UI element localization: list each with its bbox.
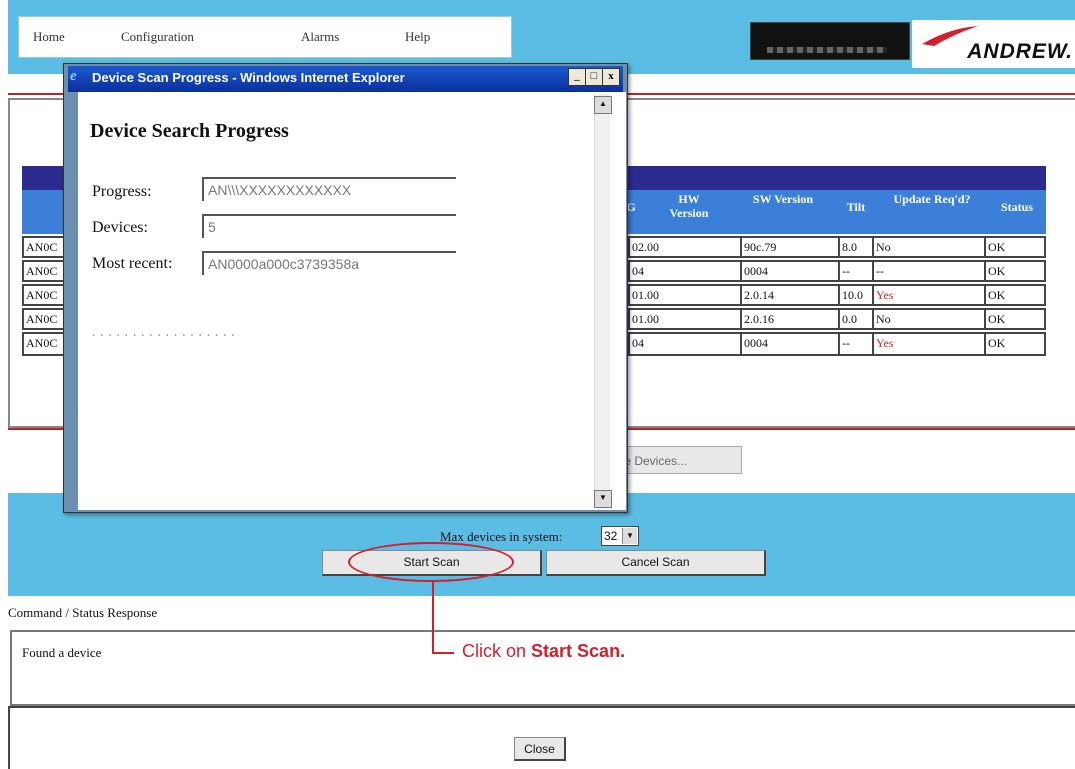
hw-version-cell: 01.00 (628, 284, 740, 306)
hw-version-cell: 04 (628, 332, 740, 356)
scroll-down-icon[interactable]: ▼ (594, 490, 612, 508)
popup-content (78, 92, 590, 510)
main-menu: Home Configuration Alarms Help (18, 16, 512, 58)
window-titlebar[interactable]: Device Scan Progress - Windows Internet … (68, 66, 623, 92)
tilt-cell: -- (838, 332, 872, 356)
window-title: Device Scan Progress - Windows Internet … (92, 70, 405, 85)
callout-line (432, 582, 434, 654)
column-header-tilt: Tilt (846, 200, 866, 214)
progress-dots: .................. (90, 326, 238, 340)
menu-home[interactable]: Home (33, 29, 65, 45)
callout-annotation: Click on Start Scan. (462, 641, 625, 662)
column-header-sw-version: SW Version (752, 192, 814, 206)
tilt-cell: 10.0 (838, 284, 872, 306)
andrew-logo: ANDREW. (912, 20, 1075, 68)
progress-field: AN\\\XXXXXXXXXXXX (202, 177, 456, 201)
update-cell: No (872, 308, 984, 330)
start-scan-highlight (348, 542, 514, 582)
callout-line (432, 652, 454, 654)
scroll-up-icon[interactable]: ▲ (594, 96, 612, 114)
sw-version-cell: 90c.79 (740, 236, 838, 258)
ie-icon: e (70, 68, 77, 84)
device-product-image (750, 22, 910, 60)
hw-version-cell: 01.00 (628, 308, 740, 330)
andrew-logo-text: ANDREW. (967, 40, 1073, 63)
sw-version-cell: 0004 (740, 260, 838, 282)
menu-configuration[interactable]: Configuration (121, 29, 194, 45)
most-recent-label: Most recent: (92, 255, 173, 272)
status-response-text: Found a device (22, 645, 102, 660)
devices-field: 5 (202, 214, 456, 238)
sw-version-cell: 2.0.16 (740, 308, 838, 330)
callout-bold: Start Scan. (531, 641, 626, 661)
max-devices-select[interactable]: 32 ▼ (601, 526, 639, 546)
column-header-status: Status (1000, 200, 1033, 214)
minimize-button[interactable]: _ (568, 68, 586, 86)
update-cell: -- (872, 260, 984, 282)
status-cell: OK (984, 308, 1046, 330)
cancel-scan-button[interactable]: Cancel Scan (546, 550, 766, 576)
command-status-label: Command / Status Response (8, 605, 158, 620)
close-window-button[interactable]: x (602, 68, 620, 86)
hw-version-cell: 04 (628, 260, 740, 282)
column-header-hw-version: HW Version (669, 192, 709, 220)
menu-alarms[interactable]: Alarms (301, 29, 339, 45)
divider (8, 706, 1075, 708)
update-cell: Yes (872, 332, 984, 356)
close-button[interactable]: Close (514, 737, 566, 761)
callout-prefix: Click on (462, 641, 532, 661)
update-devices-button[interactable]: te Devices... (612, 446, 742, 474)
status-cell: OK (984, 236, 1046, 258)
most-recent-field: AN0000a000c3739358a (202, 251, 456, 275)
popup-heading: Device Search Progress (90, 120, 289, 142)
tilt-cell: 0.0 (838, 308, 872, 330)
status-cell: OK (984, 260, 1046, 282)
progress-label: Progress: (92, 183, 152, 200)
update-cell: Yes (872, 284, 984, 306)
devices-label: Devices: (92, 219, 148, 236)
tilt-cell: -- (838, 260, 872, 282)
device-scan-progress-window: Device Scan Progress - Windows Internet … (63, 63, 628, 513)
sw-version-cell: 2.0.14 (740, 284, 838, 306)
divider (8, 708, 10, 769)
status-cell: OK (984, 284, 1046, 306)
hw-version-cell: 02.00 (628, 236, 740, 258)
sw-version-cell: 0004 (740, 332, 838, 356)
maximize-button[interactable]: □ (585, 68, 603, 86)
status-cell: OK (984, 332, 1046, 356)
chevron-down-icon[interactable]: ▼ (622, 528, 637, 544)
column-header-update-reqd: Update Req'd? (893, 192, 971, 206)
update-cell: No (872, 236, 984, 258)
scrollbar[interactable] (594, 94, 610, 506)
max-devices-value: 32 (604, 529, 618, 543)
tilt-cell: 8.0 (838, 236, 872, 258)
menu-help[interactable]: Help (405, 29, 430, 45)
